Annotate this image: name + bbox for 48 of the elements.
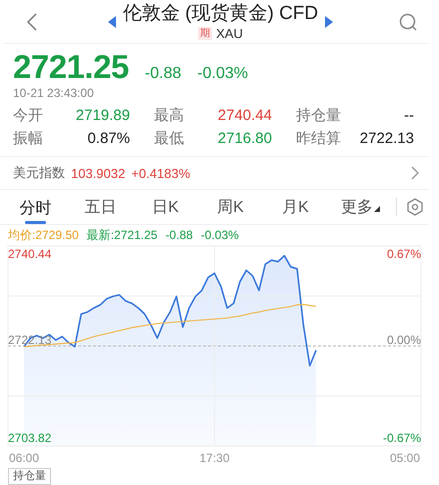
market-badge: 期: [198, 27, 212, 40]
stat-label: 最高: [154, 106, 184, 125]
stat-label: 今开: [13, 106, 43, 125]
period-tab[interactable]: 月K: [263, 190, 328, 224]
axis-label: 05:00: [390, 451, 420, 465]
axis-label: 2703.82: [8, 431, 52, 445]
caret-icon: [374, 206, 380, 212]
last-price: 2721.25: [13, 48, 129, 86]
more-menu-tab[interactable]: 更多: [328, 190, 393, 224]
instrument-title: 伦敦金 (现货黄金) CFD: [122, 2, 318, 26]
stat-value: 2719.89: [76, 107, 130, 124]
period-tab[interactable]: 五日: [68, 190, 133, 224]
latest-price-label: 最新:2721.25: [86, 226, 158, 244]
period-tab[interactable]: 周K: [198, 190, 263, 224]
period-tab[interactable]: 日K: [133, 190, 198, 224]
back-icon[interactable]: [26, 12, 38, 30]
settings-icon[interactable]: [407, 198, 423, 216]
stat-label: 振幅: [13, 129, 43, 148]
index-label: 美元指数: [13, 164, 65, 182]
period-tab[interactable]: 分时: [3, 190, 68, 224]
right-triangle-icon[interactable]: [325, 16, 333, 28]
axis-label: 17:30: [199, 451, 230, 465]
search-icon[interactable]: [399, 12, 417, 30]
volume-tab[interactable]: 持仓量: [8, 468, 51, 485]
legend-percent: -0.03%: [200, 228, 239, 242]
average-price-label: 均价:2729.50: [8, 226, 79, 244]
left-triangle-icon[interactable]: [108, 16, 116, 28]
stat-label: 最低: [154, 129, 184, 148]
index-value: 103.9032: [71, 166, 126, 180]
stat-label: 持仓量: [296, 106, 341, 125]
axis-label: 0.00%: [386, 333, 421, 347]
instrument-symbol: XAU: [216, 26, 243, 41]
quote-time: 10-21 23:43:00: [13, 85, 95, 101]
stat-value: 2722.13: [360, 130, 414, 147]
chevron-right-icon[interactable]: [411, 166, 419, 180]
axis-label: 2740.44: [8, 247, 52, 261]
percent-change: -0.03%: [197, 65, 248, 83]
legend-change: -0.88: [165, 228, 193, 242]
index-change: +0.4183%: [131, 166, 190, 180]
stat-value: 2716.80: [218, 130, 272, 147]
axis-label: 06:00: [8, 451, 40, 465]
stat-value: 2740.44: [218, 107, 272, 124]
stat-label: 昨结算: [296, 129, 341, 148]
axis-label: 0.67%: [386, 247, 421, 261]
stat-value: 0.87%: [87, 130, 130, 147]
price-change: -0.88: [144, 65, 182, 83]
axis-label: -0.67%: [382, 431, 421, 445]
stat-value: --: [404, 107, 414, 124]
